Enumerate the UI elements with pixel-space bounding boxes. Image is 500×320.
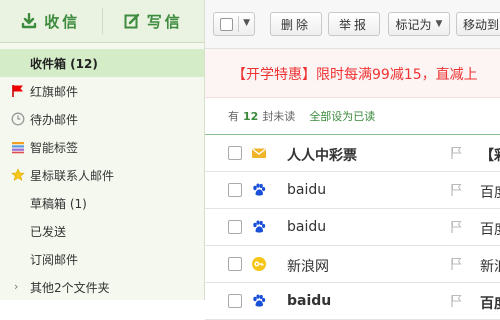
download-icon <box>22 13 37 29</box>
unread-prefix: 有 <box>228 110 239 123</box>
mark-as-dropdown[interactable]: 标记为 ▼ <box>388 12 450 36</box>
email-list: 人人中彩票 【彩 baidu 百度 <box>205 135 500 320</box>
row-checkbox[interactable] <box>228 294 242 308</box>
row-checkbox[interactable] <box>228 257 242 271</box>
email-subject: 新浪 <box>480 259 500 275</box>
move-to-dropdown[interactable]: 移动到 <box>456 12 500 36</box>
report-button[interactable]: 举报 <box>328 12 380 36</box>
paw-icon <box>253 220 266 233</box>
email-sender: baidu <box>287 293 332 309</box>
flag-icon[interactable] <box>450 257 462 271</box>
tags-icon <box>12 142 24 154</box>
sidebar-item-label: 订阅邮件 <box>30 252 79 267</box>
email-sender: 人人中彩票 <box>287 148 357 164</box>
email-subject: 百度 <box>480 185 500 201</box>
sidebar-item-flagged[interactable]: 红旗邮件 <box>0 77 204 105</box>
select-all-checkbox[interactable] <box>220 17 233 31</box>
row-checkbox[interactable] <box>228 146 242 160</box>
flag-icon[interactable] <box>450 183 462 197</box>
sidebar-item-label: 红旗邮件 <box>30 84 79 99</box>
email-subject: 【彩 <box>480 148 500 164</box>
edit-icon <box>124 13 139 29</box>
chevron-down-icon: ▼ <box>435 19 443 29</box>
sidebar-item-label: 草稿箱 (1) <box>30 196 87 211</box>
sidebar-item-label: 其他2个文件夹 <box>30 280 110 295</box>
envelope-icon <box>252 148 266 158</box>
mark-as-label: 标记为 <box>395 17 432 32</box>
sidebar-item-inbox[interactable]: 收件箱 (12) <box>0 49 204 77</box>
key-icon <box>252 257 266 271</box>
email-row[interactable]: baidu 百度 <box>205 172 500 209</box>
compose-label: 写信 <box>146 12 183 31</box>
clock-icon <box>11 112 25 126</box>
email-row[interactable]: 新浪网 新浪 <box>205 246 500 283</box>
row-checkbox[interactable] <box>228 183 242 197</box>
star-icon <box>11 168 25 182</box>
chevron-right-icon: › <box>14 280 19 293</box>
paw-icon <box>253 294 266 307</box>
flag-icon[interactable] <box>450 294 462 308</box>
mail-main: ▼ 删除 举报 标记为 ▼ 移动到 【开学特惠】限时每满99减15，直减上 有 … <box>205 0 500 320</box>
move-to-label: 移动到 <box>463 17 500 32</box>
sidebar-item-label: 待办邮件 <box>30 112 79 127</box>
sidebar-item-label: 星标联系人邮件 <box>30 168 115 183</box>
folder-nav: 收件箱 (12) 红旗邮件 待办邮件 智能标签 星标联系人邮件 草稿箱 (1) … <box>0 49 204 301</box>
chevron-down-icon: ▼ <box>243 18 250 28</box>
unread-suffix: 封未读 <box>262 110 296 123</box>
sidebar-item-starred-contacts[interactable]: 星标联系人邮件 <box>0 161 204 189</box>
email-subject: 百度 <box>480 296 500 312</box>
email-row[interactable]: baidu 百度 <box>205 283 500 320</box>
email-row[interactable]: baidu 百度 <box>205 209 500 246</box>
receive-label: 收信 <box>44 12 81 31</box>
row-checkbox[interactable] <box>228 220 242 234</box>
sidebar-item-sent[interactable]: 已发送 <box>0 217 204 245</box>
compose-button[interactable]: 写信 <box>103 0 205 42</box>
flag-icon[interactable] <box>450 220 462 234</box>
promo-text: 【开学特惠】限时每满99减15，直减上 <box>232 67 478 83</box>
sidebar-item-drafts[interactable]: 草稿箱 (1) <box>0 189 204 217</box>
sidebar-item-subscriptions[interactable]: 订阅邮件 <box>0 245 204 273</box>
select-all-dropdown[interactable]: ▼ <box>213 12 255 36</box>
divider <box>238 16 239 32</box>
email-subject: 百度 <box>480 222 500 238</box>
delete-button[interactable]: 删除 <box>270 12 322 36</box>
email-sender: baidu <box>287 219 327 235</box>
sidebar-item-other-folders[interactable]: › 其他2个文件夹 <box>0 273 204 301</box>
sidebar-item-label: 智能标签 <box>30 140 79 155</box>
email-sender: 新浪网 <box>287 259 329 275</box>
sidebar-item-todo[interactable]: 待办邮件 <box>0 105 204 133</box>
unread-count: 12 <box>243 109 259 123</box>
email-row[interactable]: 人人中彩票 【彩 <box>205 135 500 172</box>
sidebar: 收信 写信 收件箱 (12) 红旗邮件 待办邮件 智能标签 星标联系人邮件 草稿… <box>0 0 205 300</box>
promo-banner[interactable]: 【开学特惠】限时每满99减15，直减上 <box>205 49 500 98</box>
unread-summary: 有 12 封未读 全部设为已读 <box>205 98 500 135</box>
sidebar-item-label: 收件箱 (12) <box>30 56 98 71</box>
mark-all-read-link[interactable]: 全部设为已读 <box>309 108 375 124</box>
flag-icon[interactable] <box>450 146 462 160</box>
email-sender: baidu <box>287 182 327 198</box>
sidebar-item-label: 已发送 <box>30 224 67 239</box>
receive-button[interactable]: 收信 <box>0 0 102 42</box>
paw-icon <box>253 183 266 196</box>
red-flag-icon <box>12 85 23 97</box>
toolbar: ▼ 删除 举报 标记为 ▼ 移动到 <box>205 0 500 49</box>
top-actions: 收信 写信 <box>0 0 204 43</box>
sidebar-item-smart-tags[interactable]: 智能标签 <box>0 133 204 161</box>
